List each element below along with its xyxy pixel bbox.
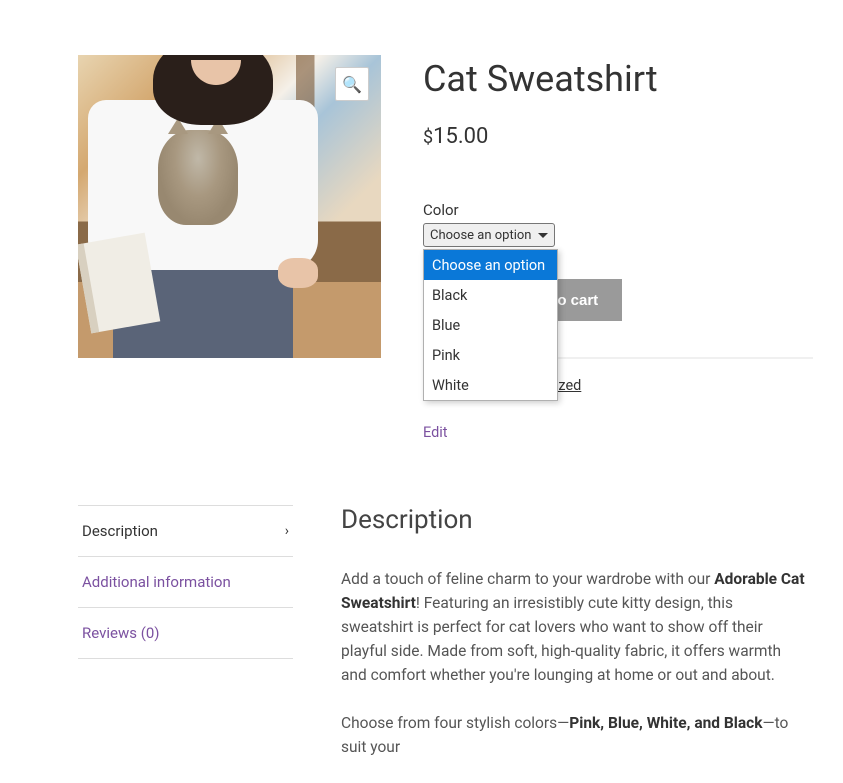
tab-reviews-label: Reviews (0) — [82, 624, 160, 642]
color-option-pink[interactable]: Pink — [424, 340, 557, 370]
currency-symbol: $ — [423, 127, 433, 148]
description-heading: Description — [341, 505, 805, 535]
description-paragraph-2: Choose from four stylish colors—Pink, Bl… — [341, 711, 805, 759]
color-dropdown[interactable]: Choose an option Black Blue Pink White — [423, 249, 558, 401]
product-price: $15.00 — [423, 124, 813, 149]
description-paragraph-1: Add a touch of feline charm to your ward… — [341, 567, 805, 687]
color-option-choose[interactable]: Choose an option — [424, 250, 557, 280]
tab-additional-information[interactable]: Additional information — [78, 556, 293, 607]
color-label: Color — [423, 201, 813, 219]
tab-description-label: Description — [82, 522, 158, 540]
color-option-white[interactable]: White — [424, 370, 557, 400]
chevron-right-icon: › — [285, 523, 289, 539]
color-option-blue[interactable]: Blue — [424, 310, 557, 340]
product-image[interactable]: 🔍 — [78, 55, 381, 358]
zoom-icon[interactable]: 🔍 — [335, 67, 369, 101]
tab-description[interactable]: Description › — [78, 505, 293, 556]
tab-additional-label: Additional information — [82, 573, 231, 591]
color-select-value: Choose an option — [430, 228, 531, 243]
price-amount: 15.00 — [433, 124, 488, 149]
product-title: Cat Sweatshirt — [423, 58, 813, 100]
color-select[interactable]: Choose an option — [423, 223, 555, 247]
color-option-black[interactable]: Black — [424, 280, 557, 310]
edit-link[interactable]: Edit — [423, 424, 813, 441]
tab-reviews[interactable]: Reviews (0) — [78, 607, 293, 659]
